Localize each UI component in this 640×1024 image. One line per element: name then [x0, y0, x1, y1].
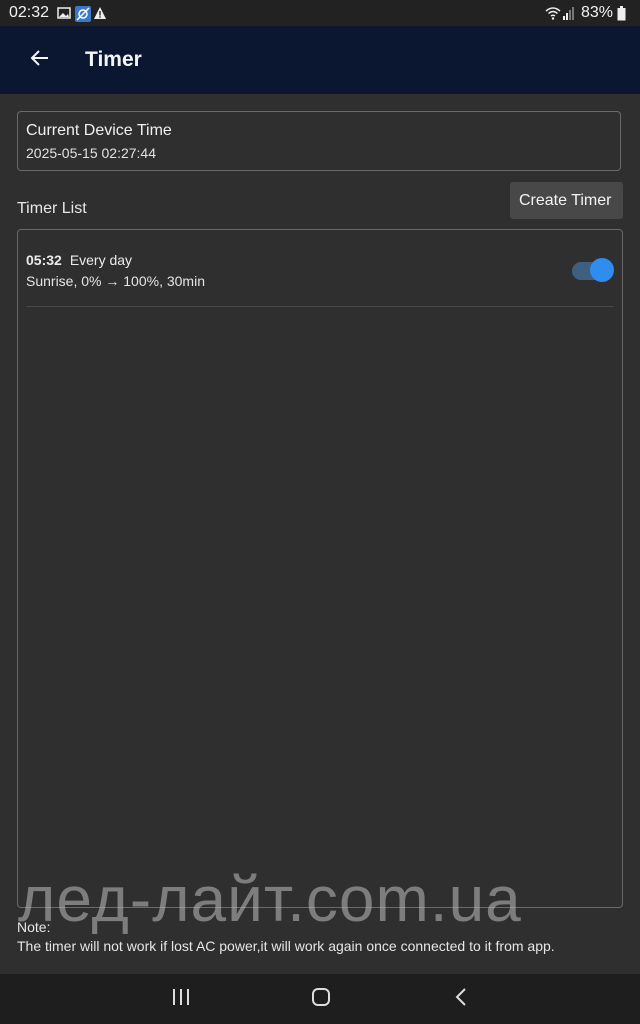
arrow-left-icon	[30, 48, 50, 73]
timer-time: 05:32	[26, 252, 62, 268]
device-time-value: 2025-05-15 02:27:44	[26, 145, 156, 161]
back-icon	[454, 987, 468, 1012]
timer-item-header: 05:32 Every day	[26, 252, 614, 268]
nav-back-button[interactable]	[446, 986, 476, 1012]
status-right: 83%	[545, 4, 631, 22]
back-button[interactable]	[22, 42, 58, 78]
create-timer-button[interactable]: Create Timer	[510, 182, 623, 219]
note-title: Note:	[17, 919, 51, 935]
nav-bar	[0, 974, 640, 1024]
app-bar: Timer	[0, 26, 640, 94]
home-button[interactable]	[306, 986, 336, 1012]
device-time-label: Current Device Time	[26, 122, 172, 139]
device-time-card: Current Device Time 2025-05-15 02:27:44	[17, 111, 621, 171]
toggle-thumb	[590, 258, 614, 282]
status-time: 02:32	[9, 4, 50, 21]
battery-icon	[617, 6, 631, 21]
status-left: 02:32	[9, 4, 107, 22]
home-icon	[311, 987, 331, 1012]
image-icon	[57, 6, 71, 20]
timer-list-label: Timer List	[17, 200, 87, 217]
location-off-icon	[75, 6, 92, 22]
note: Note: The timer will not work if lost AC…	[17, 918, 623, 956]
note-text: The timer will not work if lost AC power…	[17, 938, 555, 954]
timer-repeat: Every day	[69, 252, 133, 268]
wifi-icon	[545, 6, 561, 20]
battery-percent: 83%	[580, 4, 613, 21]
timer-list: 05:32 Every day Sunrise, 0% → 100%, 30min	[17, 229, 623, 908]
timer-enable-toggle[interactable]	[572, 258, 614, 282]
timer-item[interactable]: 05:32 Every day Sunrise, 0% → 100%, 30min	[26, 252, 614, 307]
recents-button[interactable]	[166, 986, 196, 1012]
warning-icon	[93, 6, 107, 20]
signal-icon	[562, 6, 577, 20]
status-bar: 02:32 83%	[0, 0, 640, 26]
recents-icon	[171, 988, 191, 1011]
page-title: Timer	[85, 48, 142, 71]
timer-description: Sunrise, 0% → 100%, 30min	[26, 273, 205, 289]
